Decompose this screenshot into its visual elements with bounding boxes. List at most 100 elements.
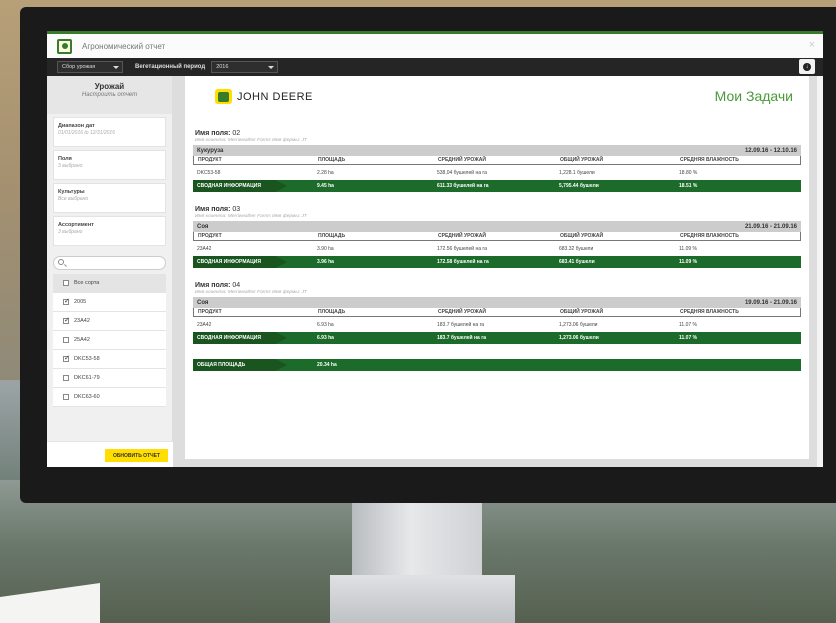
field-name: Имя поля: 03 xyxy=(195,206,801,213)
total-label: ОБЩАЯ ПЛОЩАДЬ xyxy=(197,362,246,368)
field-label: Имя поля: xyxy=(195,282,231,289)
variety-option[interactable]: DKC61-79 xyxy=(53,369,166,388)
field-client: Имя клиента: Merriweather Farms Имя ферм… xyxy=(195,138,307,143)
cell: 1,273.06 бушели xyxy=(559,321,598,328)
cell: 6.93 ha xyxy=(317,335,334,341)
card-value: 3 выбрано xyxy=(58,163,83,169)
summary-row: СВОДНАЯ ИНФОРМАЦИЯ 3.96 ha 172.58 бушеле… xyxy=(193,256,801,268)
checkbox-checked[interactable] xyxy=(63,316,70,324)
card-label: Ассортимент xyxy=(58,222,94,228)
report-type-select[interactable]: Сбор урожая xyxy=(57,61,123,73)
chevron-down-icon xyxy=(113,66,119,69)
crop-bar: Соя 19.09.16 - 21.09.16 xyxy=(193,297,801,308)
sidebar-title: Урожай xyxy=(94,82,125,91)
field-number: 02 xyxy=(232,130,241,137)
crop-bar: Кукуруза 12.09.16 - 12.10.16 xyxy=(193,145,801,156)
checkbox-checked[interactable] xyxy=(63,297,70,305)
john-deere-logo: JOHN DEERE xyxy=(215,89,313,104)
app-logo-icon xyxy=(57,38,72,54)
col-moisture: СРЕДНЯЯ ВЛАЖНОСТЬ xyxy=(680,309,739,315)
table-row: 23A42 6.93 ha 183.7 бушелей на га 1,273.… xyxy=(193,317,801,332)
cell: 172.56 бушелей на га xyxy=(437,245,487,252)
col-moisture: СРЕДНЯЯ ВЛАЖНОСТЬ xyxy=(680,157,739,163)
crops-card[interactable]: Культуры Все выбрано xyxy=(53,183,166,213)
option-label: DKC53-58 xyxy=(74,356,100,362)
checkbox[interactable] xyxy=(63,280,69,286)
report-heading: Мои Задачи xyxy=(714,88,793,104)
crop-dates: 21.09.16 - 21.09.16 xyxy=(744,223,797,230)
cell: 11.07 % xyxy=(679,335,698,341)
col-avg-yield: СРЕДНИЙ УРОЖАЙ xyxy=(438,157,486,163)
season-label: Вегетационный период xyxy=(135,64,206,70)
cell: 611.33 бушелей на га xyxy=(437,183,489,189)
field-label: Имя поля: xyxy=(195,130,231,137)
checkbox-checked[interactable] xyxy=(63,354,70,362)
col-area: ПЛОЩАДЬ xyxy=(318,309,346,315)
field-section: Имя поля: 03 Имя клиента: Merriweather F… xyxy=(193,206,801,268)
report-viewport: JOHN DEERE Мои Задачи Имя поля: 02 Имя к… xyxy=(173,76,823,467)
cell: 23A42 xyxy=(197,321,212,328)
field-client: Имя клиента: Merriweather Farms Имя ферм… xyxy=(195,214,307,219)
field-client: Имя клиента: Merriweather Farms Имя ферм… xyxy=(195,290,307,295)
varieties-card[interactable]: Ассортимент 3 выбрано xyxy=(53,216,166,246)
scrollbar[interactable] xyxy=(817,76,823,467)
variety-option[interactable]: 2005 xyxy=(53,293,166,312)
download-button[interactable]: ↓ xyxy=(799,59,815,74)
monitor-stand-base xyxy=(330,575,515,623)
checkbox[interactable] xyxy=(63,375,69,381)
variety-option[interactable]: 23A42 xyxy=(53,312,166,331)
cell: 5,795.44 бушели xyxy=(559,183,599,189)
report-type-value: Сбор урожая xyxy=(62,64,96,70)
cell: 183.7 бушелей на га xyxy=(437,335,487,341)
option-label: Все сорта xyxy=(74,280,100,286)
crop-name: Соя xyxy=(197,299,209,306)
field-name: Имя поля: 02 xyxy=(195,130,801,137)
crop-bar: Соя 21.09.16 - 21.09.16 xyxy=(193,221,801,232)
cell: СВОДНАЯ ИНФОРМАЦИЯ xyxy=(197,335,261,341)
checkbox[interactable] xyxy=(63,337,69,343)
update-report-button[interactable]: ОБНОВИТЬ ОТЧЕТ xyxy=(105,449,168,462)
col-product: ПРОДУКТ xyxy=(198,309,222,315)
total-value: 20.34 ha xyxy=(317,362,337,368)
cell: 3.96 ha xyxy=(317,259,334,265)
card-label: Культуры xyxy=(58,189,85,195)
cell: 683.32 бушели xyxy=(559,245,594,252)
season-value: 2016 xyxy=(216,64,229,70)
table-header: ПРОДУКТ ПЛОЩАДЬ СРЕДНИЙ УРОЖАЙ ОБЩИЙ УРО… xyxy=(193,156,801,165)
crop-name: Соя xyxy=(197,223,209,230)
cell: 11.09 % xyxy=(679,245,697,252)
option-label: 25A42 xyxy=(74,337,90,343)
variety-option[interactable]: DKC63-60 xyxy=(53,388,166,407)
col-product: ПРОДУКТ xyxy=(198,157,222,163)
cell: 9.45 ha xyxy=(317,183,334,189)
report-header: JOHN DEERE Мои Задачи xyxy=(193,76,801,116)
col-moisture: СРЕДНЯЯ ВЛАЖНОСТЬ xyxy=(680,233,739,239)
app-window: Агрономический отчет × Сбор урожая Вегет… xyxy=(47,31,823,467)
variety-option[interactable]: DKC53-58 xyxy=(53,350,166,369)
close-icon[interactable]: × xyxy=(809,39,815,51)
chevron-down-icon xyxy=(268,66,275,69)
search-icon xyxy=(58,259,64,265)
sidebar-footer: ОБНОВИТЬ ОТЧЕТ xyxy=(47,441,173,467)
checkbox[interactable] xyxy=(63,394,69,400)
cell: 172.58 бушелей на га xyxy=(437,259,489,265)
cell: 6.93 ha xyxy=(317,321,334,328)
variety-option-all[interactable]: Все сорта xyxy=(53,274,166,293)
cell: 538,04 бушелей на га xyxy=(437,169,487,176)
variety-search-input[interactable] xyxy=(53,256,166,270)
fields-card[interactable]: Поля 3 выбрано xyxy=(53,150,166,180)
option-label: DKC63-60 xyxy=(74,394,100,400)
card-value: 01/01/2016 to 12/31/2016 xyxy=(58,130,115,136)
col-area: ПЛОЩАДЬ xyxy=(318,233,346,239)
cell: 18.51 % xyxy=(679,183,698,189)
date-range-card[interactable]: Диапазон дат 01/01/2016 to 12/31/2016 xyxy=(53,117,166,147)
option-label: 2005 xyxy=(74,299,87,305)
download-icon: ↓ xyxy=(803,62,811,71)
card-label: Поля xyxy=(58,156,72,162)
variety-option[interactable]: 25A42 xyxy=(53,331,166,350)
cell: 18.80 % xyxy=(679,169,698,176)
report-page: JOHN DEERE Мои Задачи Имя поля: 02 Имя к… xyxy=(185,76,809,459)
table-header: ПРОДУКТ ПЛОЩАДЬ СРЕДНИЙ УРОЖАЙ ОБЩИЙ УРО… xyxy=(193,232,801,241)
sidebar-subtitle: Настроить отчет xyxy=(81,92,138,98)
season-select[interactable]: 2016 xyxy=(211,61,279,73)
